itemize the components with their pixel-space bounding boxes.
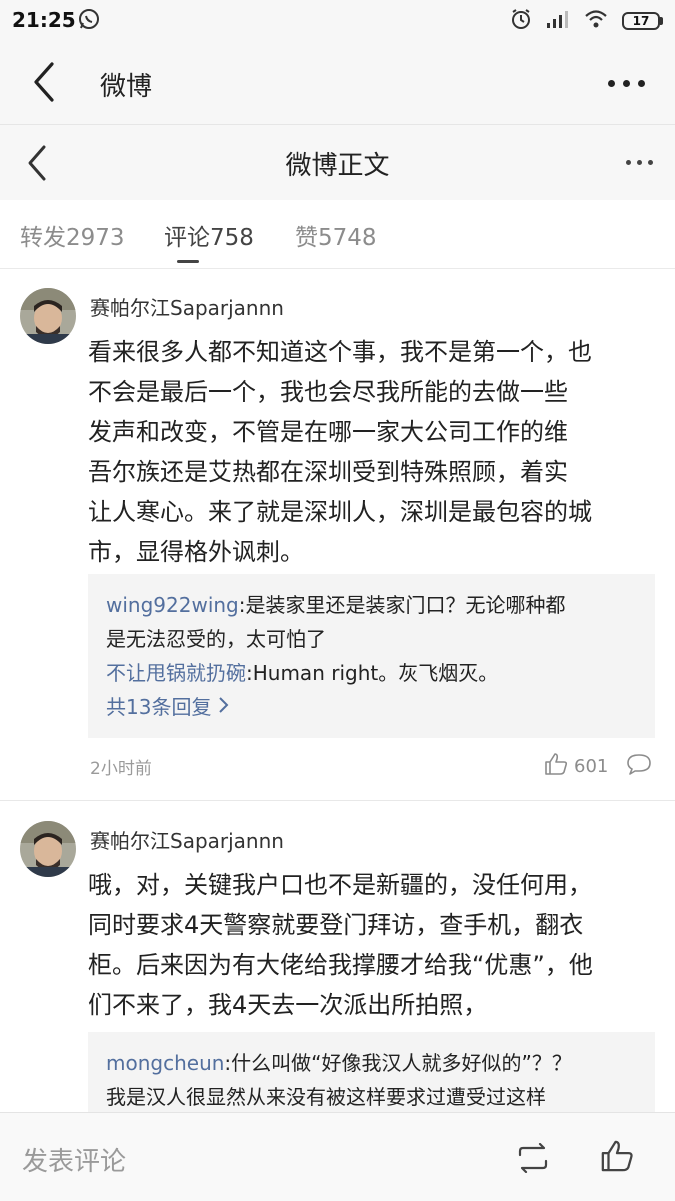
nav-bar: 微博正文 xyxy=(0,124,675,201)
comment-text-line: 柜。后来因为有大佬给我撑腰才给我“优惠”，他 xyxy=(88,951,593,979)
tab-likes[interactable]: 赞5748 xyxy=(295,218,377,252)
comment-text-line: 吾尔族还是艾热都在深圳受到特殊照顾，着实 xyxy=(88,458,568,486)
reply-box[interactable]: wing922wing:是装家里还是装家门口？无论哪种都 是无法忍受的，太可怕了… xyxy=(88,574,655,738)
status-icons: 17 xyxy=(510,8,663,34)
like-button[interactable]: 601 xyxy=(544,752,608,781)
comment-author[interactable]: 赛帕尔江Saparjannn xyxy=(90,292,284,321)
reply-text: :是装家里还是装家门口？无论哪种都 xyxy=(238,593,566,617)
app-bar: 微博 xyxy=(0,42,675,124)
comment-input[interactable]: 发表评论 xyxy=(22,1141,126,1178)
repost-icon[interactable] xyxy=(516,1142,550,1177)
battery-icon: 17 xyxy=(622,12,663,30)
comment-item: 赛帕尔江Saparjannn 哦，对，关键我户口也不是新疆的，没任何用， 同时要… xyxy=(0,801,675,1112)
reply-text-cont: 我是汉人很显然从来没有被这样要求过遭受过这样 xyxy=(106,1085,546,1109)
comment-text-line: 同时要求4天警察就要登门拜访，查手机，翻衣 xyxy=(88,911,584,939)
avatar[interactable] xyxy=(20,288,76,344)
chevron-right-icon xyxy=(218,695,230,719)
reply-item: wing922wing:是装家里还是装家门口？无论哪种都 xyxy=(106,588,637,622)
more-replies-label: 共13条回复 xyxy=(106,695,212,719)
status-time: 21:25 xyxy=(12,8,76,32)
back-chevron-icon[interactable] xyxy=(28,60,58,108)
comment-text-line: 们不来了，我4天去一次派出所拍照， xyxy=(88,991,488,1019)
comment-text-line: 市，显得格外讽刺。 xyxy=(88,538,304,566)
comment-timestamp: 2小时前 xyxy=(90,759,152,779)
comment-text-line: 发声和改变，不管是在哪一家大公司工作的维 xyxy=(88,418,568,446)
tab-bar: 转发2973 评论758 赞5748 xyxy=(0,200,675,269)
tab-reposts[interactable]: 转发2973 xyxy=(20,218,125,252)
reply-text: :什么叫做“好像我汉人就多好似的”？？ xyxy=(224,1051,572,1075)
reply-item: 不让甩锅就扔碗:Human right。灰飞烟灭。 xyxy=(106,656,637,690)
like-count: 601 xyxy=(574,756,609,777)
more-replies-link[interactable]: 共13条回复 xyxy=(106,690,637,724)
reply-item: mongcheun:什么叫做“好像我汉人就多好似的”？？ xyxy=(106,1046,637,1080)
reply-author[interactable]: 不让甩锅就扔碗 xyxy=(106,661,246,685)
comment-author[interactable]: 赛帕尔江Saparjannn xyxy=(90,825,284,854)
alarm-icon xyxy=(510,8,532,34)
reply-text-cont: 是无法忍受的，太可怕了 xyxy=(106,627,326,651)
signal-icon xyxy=(546,9,570,33)
reply-author[interactable]: wing922wing xyxy=(106,593,239,617)
avatar[interactable] xyxy=(20,821,76,877)
comment-text-line: 哦，对，关键我户口也不是新疆的，没任何用， xyxy=(88,871,592,899)
active-tab-indicator xyxy=(177,260,199,263)
bottom-bar: 发表评论 xyxy=(0,1112,675,1201)
more-dots-icon[interactable] xyxy=(626,160,653,165)
whatsapp-icon xyxy=(78,8,100,34)
thumbs-up-icon[interactable] xyxy=(600,1139,634,1177)
comment-item: 赛帕尔江Saparjannn 看来很多人都不知道这个事，我不是第一个，也 不会是… xyxy=(0,268,675,800)
status-bar: 21:25 17 xyxy=(0,0,675,42)
comment-text: 哦，对，关键我户口也不是新疆的，没任何用， 同时要求4天警察就要登门拜访，查手机… xyxy=(88,865,663,1025)
thumbs-up-icon xyxy=(544,752,568,781)
comment-text-line: 不会是最后一个，我也会尽我所能的去做一些 xyxy=(88,378,568,406)
reply-author[interactable]: mongcheun xyxy=(106,1051,224,1075)
battery-level: 17 xyxy=(622,12,660,30)
page-title: 微博正文 xyxy=(285,151,390,181)
comment-text: 看来很多人都不知道这个事，我不是第一个，也 不会是最后一个，我也会尽我所能的去做… xyxy=(88,332,663,572)
comment-bubble-icon[interactable] xyxy=(626,752,652,780)
app-title: 微博 xyxy=(100,72,153,102)
reply-text: :Human right。灰飞烟灭。 xyxy=(246,661,499,685)
reply-box[interactable]: mongcheun:什么叫做“好像我汉人就多好似的”？？ 我是汉人很显然从来没有… xyxy=(88,1032,655,1112)
tab-comments[interactable]: 评论758 xyxy=(164,218,254,252)
wifi-icon xyxy=(584,9,608,33)
more-dots-icon[interactable] xyxy=(608,80,645,87)
comment-text-line: 看来很多人都不知道这个事，我不是第一个，也 xyxy=(88,338,592,366)
comment-text-line: 让人寒心。来了就是深圳人，深圳是最包容的城 xyxy=(88,498,592,526)
